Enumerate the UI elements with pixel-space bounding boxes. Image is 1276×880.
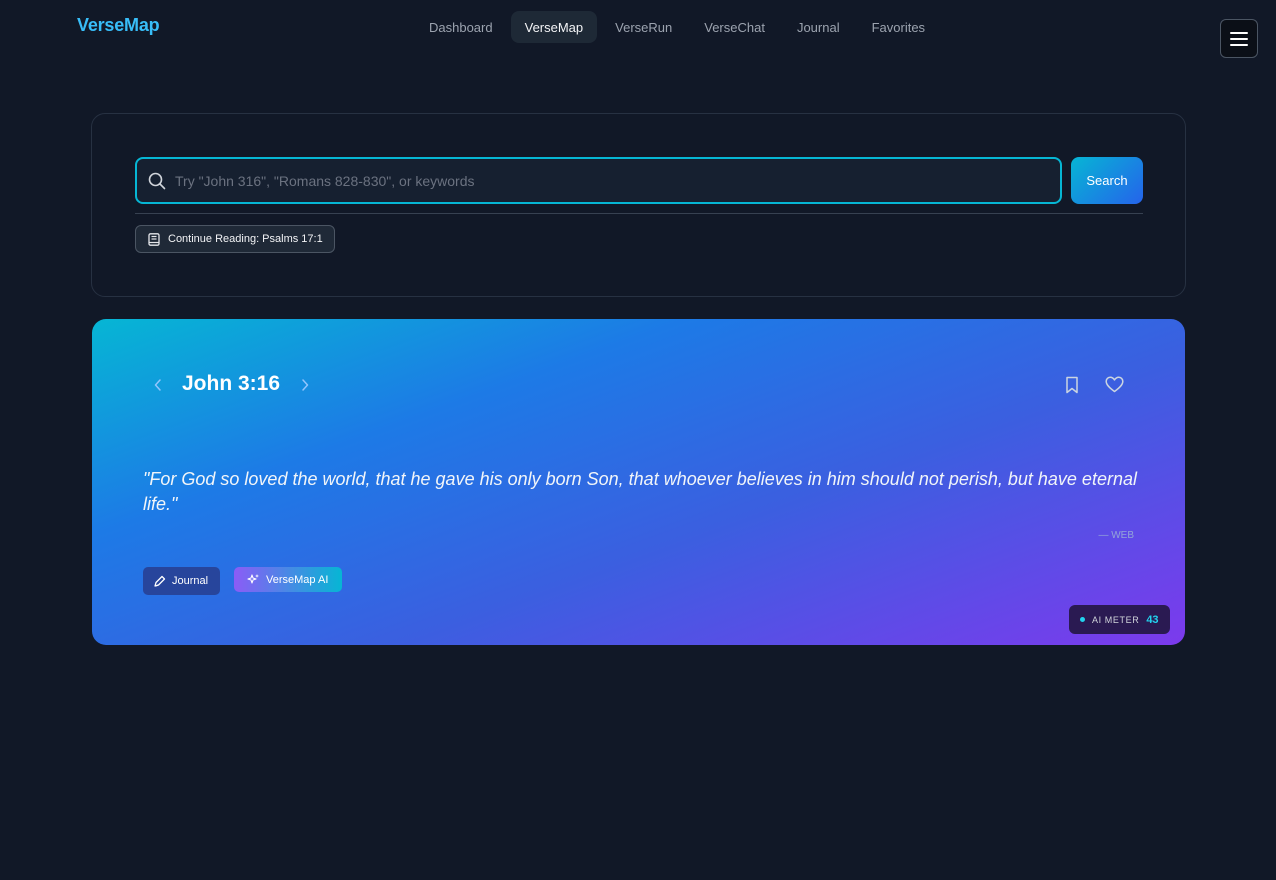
app-logo[interactable]: VerseMap [77,15,160,36]
versemap-ai-button[interactable]: VerseMap AI [234,567,343,592]
bookmark-icon [1066,376,1078,394]
next-verse-button[interactable] [297,375,313,395]
chevron-left-icon [154,379,161,391]
search-input[interactable] [175,159,1060,202]
continue-reading-button[interactable]: Continue Reading: Psalms 17:1 [135,225,335,253]
nav-versechat[interactable]: VerseChat [690,11,779,43]
book-icon [148,232,160,246]
search-icon [147,171,167,191]
versemap-ai-label: VerseMap AI [266,573,329,586]
pen-icon [154,575,166,587]
ai-meter-label: AI METER [1092,614,1140,625]
nav-verserun[interactable]: VerseRun [601,11,686,43]
nav-favorites[interactable]: Favorites [858,11,939,43]
search-box [135,157,1062,204]
previous-verse-button[interactable] [150,375,166,395]
translation-label: — WEB [1098,530,1134,541]
chevron-right-icon [302,379,309,391]
search-button[interactable]: Search [1071,157,1143,204]
journal-button[interactable]: Journal [143,567,221,595]
heart-icon [1105,376,1124,393]
bookmark-button[interactable] [1065,376,1079,399]
verse-reference: John 3:16 [182,372,281,395]
sparkles-icon [247,574,259,584]
status-dot [1080,617,1085,622]
nav-journal[interactable]: Journal [783,11,854,43]
search-card: Search Continue Reading: Psalms 17:1 [91,113,1186,297]
verse-card: John 3:16 "For God so loved the world, t… [92,319,1185,645]
continue-reading-label: Continue Reading: Psalms 17:1 [168,233,323,245]
menu-button[interactable] [1220,19,1258,58]
nav-dashboard[interactable]: Dashboard [415,11,507,43]
main-nav: Dashboard VerseMap VerseRun VerseChat Jo… [415,11,939,43]
divider [135,213,1143,214]
hamburger-icon [1230,31,1248,46]
top-header: VerseMap Dashboard VerseMap VerseRun Ver… [0,0,1276,58]
nav-versemap[interactable]: VerseMap [510,11,598,43]
verse-text: "For God so loved the world, that he gav… [143,469,1137,514]
ai-meter-value: 43 [1146,613,1159,626]
ai-meter-badge: AI METER 43 [1069,605,1170,634]
journal-button-label: Journal [172,575,209,587]
favorite-button[interactable] [1105,376,1124,398]
